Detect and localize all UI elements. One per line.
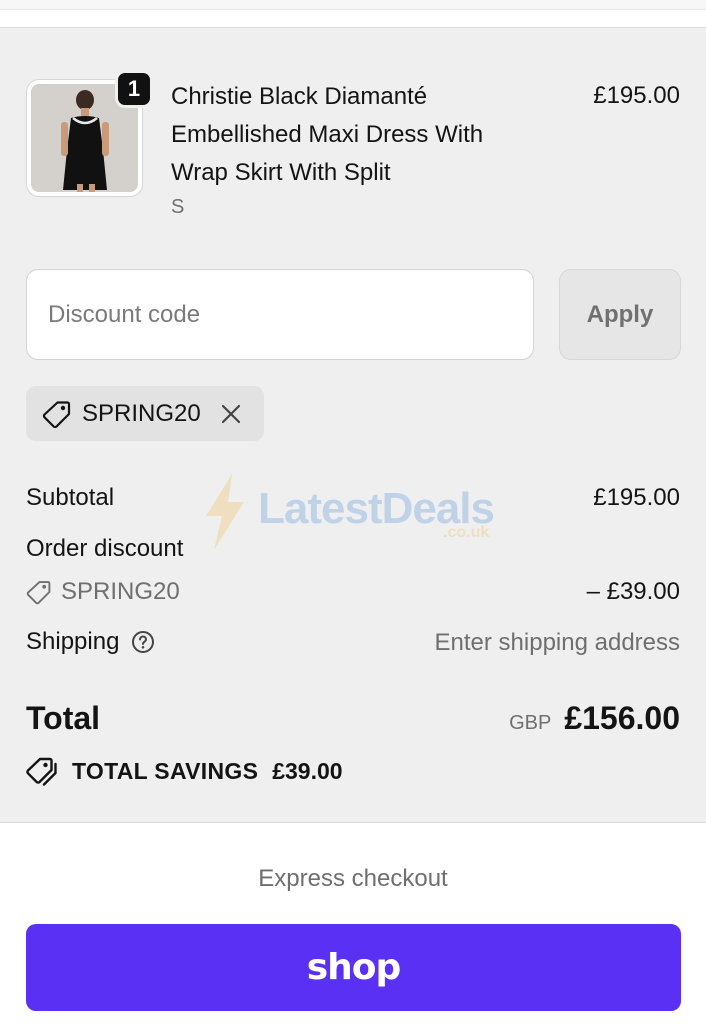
tags-icon — [26, 757, 57, 786]
close-icon — [221, 404, 240, 423]
shipping-label: Shipping — [26, 628, 120, 655]
total-savings-value: £39.00 — [272, 757, 343, 784]
quantity-badge: 1 — [115, 70, 153, 108]
applied-discount-code: SPRING20 — [82, 399, 201, 427]
remove-discount-button[interactable] — [219, 402, 243, 426]
discount-value: – £39.00 — [586, 578, 680, 605]
total-amount: GBP £156.00 — [509, 700, 680, 737]
discount-code-name: SPRING20 — [61, 578, 180, 605]
subtotal-value: £195.00 — [593, 484, 680, 511]
applied-discount-chip: SPRING20 — [26, 386, 264, 441]
product-name: Christie Black Diamanté Embellished Maxi… — [171, 83, 484, 186]
discount-code-input[interactable] — [26, 269, 534, 360]
tag-icon — [42, 400, 71, 428]
watermark-domain: .co.uk — [443, 524, 490, 541]
top-bar — [0, 0, 706, 10]
total-savings: TOTAL SAVINGS £39.00 — [26, 756, 343, 786]
shipping-row: Shipping — [26, 628, 155, 656]
express-checkout-label: Express checkout — [258, 865, 448, 892]
subtotal-label: Subtotal — [26, 484, 115, 511]
apply-button[interactable]: Apply — [559, 269, 681, 360]
product-variant: S — [171, 196, 185, 218]
latestdeals-watermark: LatestDeals .co.uk — [200, 472, 510, 552]
shop-pay-button[interactable]: shop — [26, 924, 681, 1011]
currency-code: GBP — [509, 712, 552, 734]
order-discount-label: Order discount — [26, 535, 184, 562]
total-label: Total — [26, 700, 101, 736]
lightning-icon — [206, 474, 244, 550]
product-price: £195.00 — [593, 82, 680, 109]
total-savings-label: TOTAL SAVINGS — [72, 757, 259, 784]
discount-code-line: SPRING20 — [26, 578, 180, 606]
tag-icon — [26, 581, 51, 605]
question-icon[interactable] — [131, 630, 155, 654]
shipping-value: Enter shipping address — [434, 629, 680, 656]
total-value: £156.00 — [564, 700, 680, 736]
